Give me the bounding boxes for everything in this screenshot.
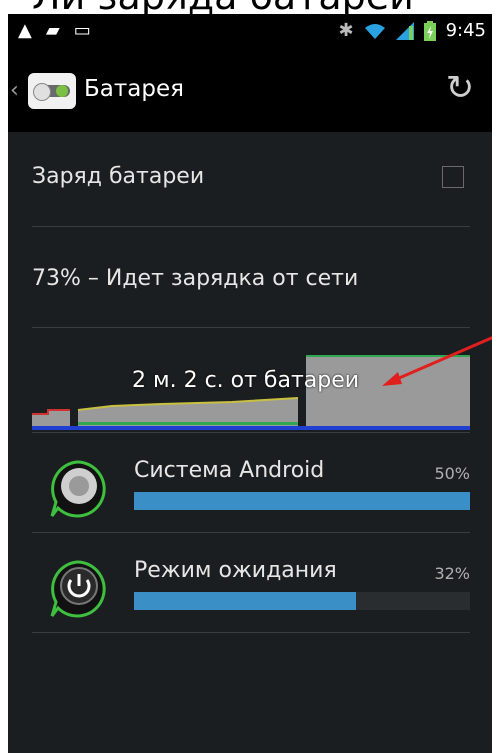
status-system: ✱ 9:45	[338, 20, 486, 41]
page-title: Батарея	[84, 76, 184, 102]
bluetooth-icon: ✱	[338, 20, 354, 41]
usage-bar	[134, 492, 470, 510]
power-icon	[50, 560, 106, 618]
chat-icon: ▰	[45, 20, 60, 41]
divider	[32, 532, 470, 533]
divider	[32, 432, 470, 433]
status-notifications: ▲ ▰ ▭	[18, 20, 91, 41]
alert-icon: ▲	[18, 20, 32, 41]
usage-bar-fill	[134, 492, 470, 510]
charging-status-text: 73% – Идет зарядка от сети	[32, 266, 359, 291]
graph-area-early	[32, 410, 70, 428]
status-time: 9:45	[445, 20, 486, 41]
battery-charging-icon	[423, 20, 436, 41]
back-chevron-icon[interactable]: ‹	[10, 78, 19, 103]
app-percent: 32%	[434, 564, 470, 583]
signal-icon	[395, 21, 414, 40]
battery-percent-setting[interactable]: Заряд батареи	[32, 164, 468, 189]
annotation-arrow-icon	[382, 336, 492, 386]
status-bar: ▲ ▰ ▭ ✱ 9:45	[8, 14, 492, 48]
action-bar: ‹ Батарея ↻	[8, 48, 492, 132]
list-item[interactable]: Система Android 50%	[32, 452, 470, 542]
usage-bar	[134, 592, 470, 610]
app-name: Система Android	[134, 458, 325, 483]
graph-line-green-bottom	[78, 422, 298, 425]
image-icon: ▭	[73, 20, 91, 41]
refresh-icon[interactable]: ↻	[440, 68, 480, 108]
usage-bar-fill	[134, 592, 356, 610]
app-name: Режим ожидания	[134, 558, 337, 583]
divider	[32, 226, 470, 227]
toggle-knob	[33, 83, 51, 101]
app-percent: 50%	[434, 464, 470, 483]
battery-app-icon[interactable]	[28, 73, 76, 109]
battery-percent-label: Заряд батареи	[32, 164, 205, 189]
list-item[interactable]: Режим ожидания 32%	[32, 552, 470, 642]
battery-percent-checkbox[interactable]	[442, 166, 464, 188]
charging-status: 73% – Идет зарядка от сети	[32, 266, 468, 291]
phone-screen: ▲ ▰ ▭ ✱ 9:45 ‹ Батарея ↻ Заряд батареи 7…	[8, 14, 492, 753]
graph-label: 2 м. 2 с. от батареи	[132, 368, 360, 393]
divider	[32, 327, 470, 328]
divider	[32, 632, 470, 633]
graph-line-blue	[32, 426, 470, 430]
toggle-dot	[56, 85, 68, 97]
wifi-icon	[364, 23, 385, 39]
android-system-icon	[50, 460, 106, 518]
